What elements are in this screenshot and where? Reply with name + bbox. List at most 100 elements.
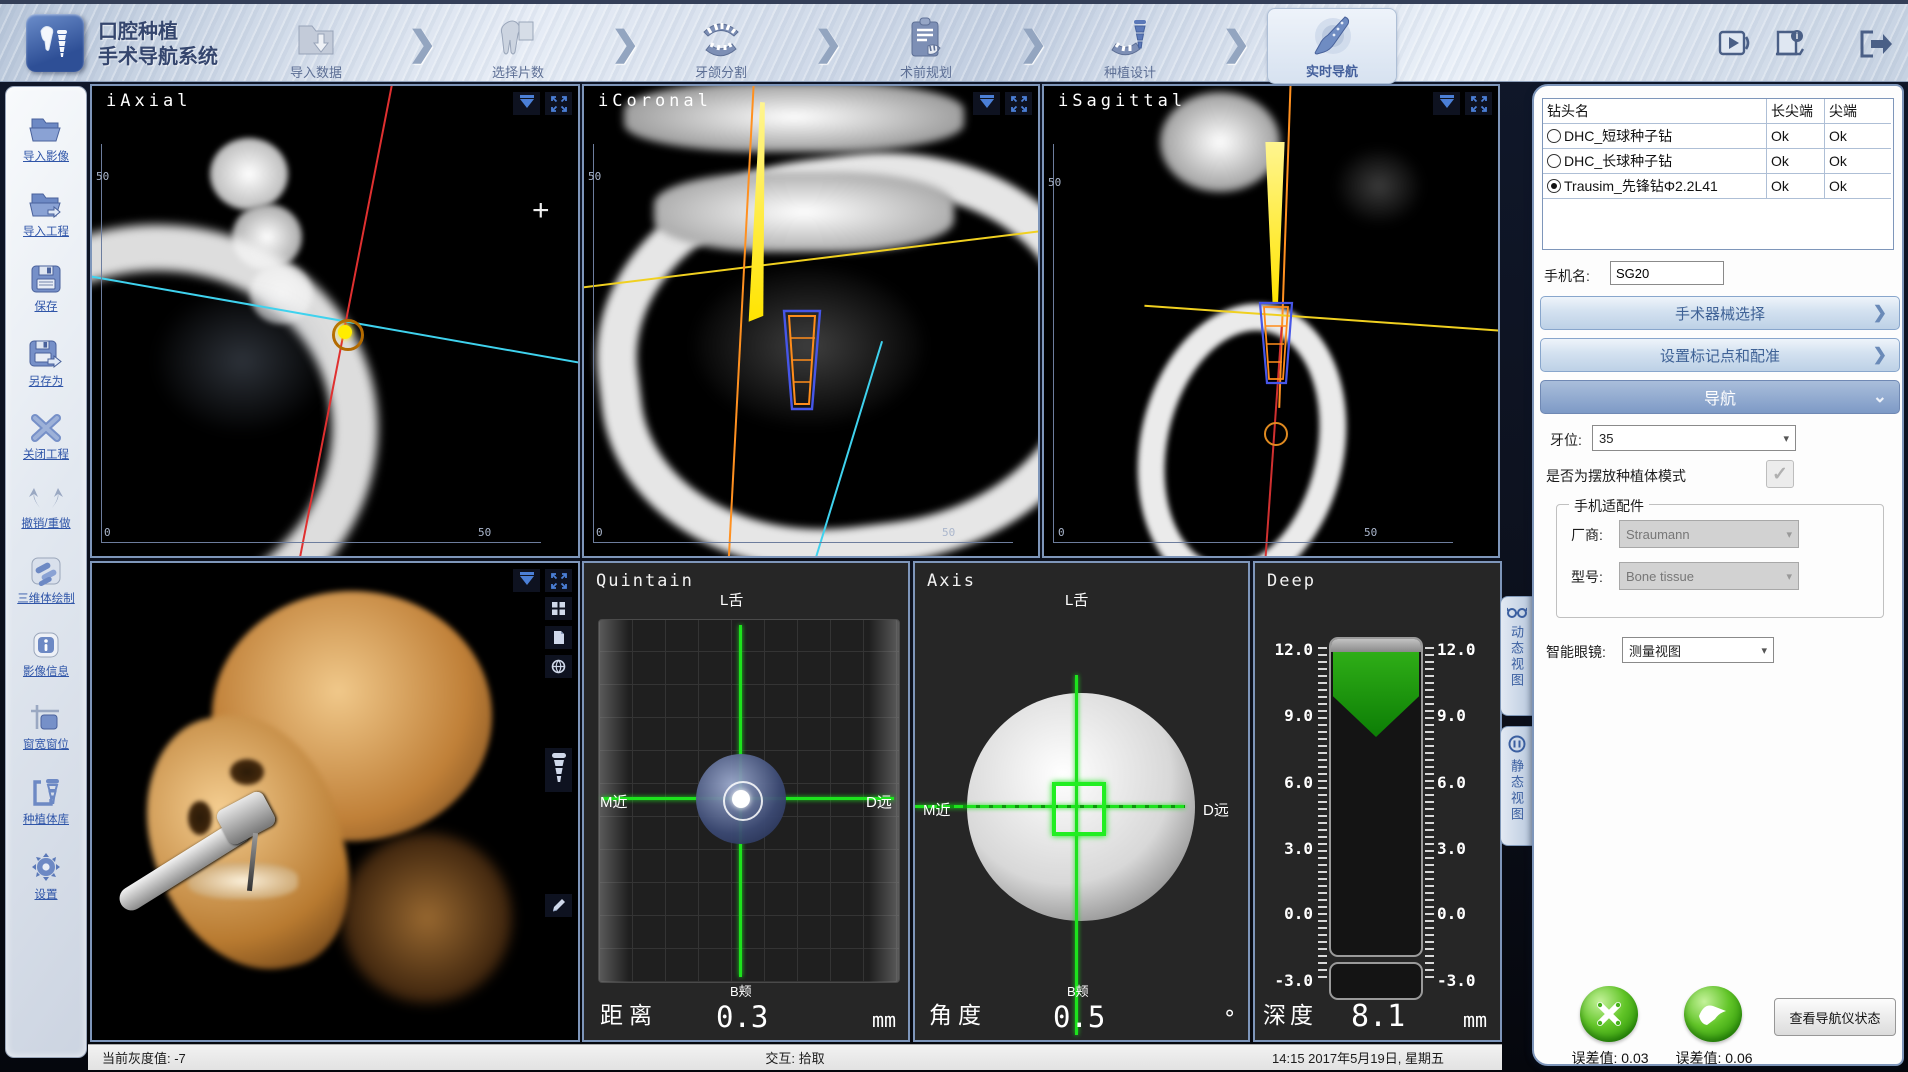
- step-label: 选择片数: [492, 62, 544, 81]
- viewport-coronal[interactable]: iCoronal 50 0: [582, 84, 1040, 558]
- floppy-disk-icon: [29, 263, 63, 295]
- sidebar-item-image-info[interactable]: 影像信息: [23, 630, 69, 679]
- axis-right-label: D远: [1203, 799, 1229, 820]
- tooth-slices-icon: [495, 18, 541, 60]
- panel-deep[interactable]: Deep 12.0 9.0 6.0 3.0 0.0 -3.0 12.0 9.0 …: [1253, 561, 1502, 1042]
- chevron-separator-icon: ❯: [408, 24, 437, 64]
- sagittal-implant-outline: [1254, 300, 1298, 386]
- deep-value: 8.1: [1351, 999, 1405, 1034]
- axial-plus-marker-icon[interactable]: +: [532, 198, 550, 224]
- marker-registration-button[interactable]: 设置标记点和配准 ❯: [1540, 338, 1900, 372]
- axis-top-label: L舌: [1065, 589, 1088, 610]
- sidebar-item-close-project[interactable]: 关闭工程: [23, 413, 69, 462]
- viewport-fullscreen-button[interactable]: [545, 92, 572, 115]
- video-play-icon: [1718, 29, 1752, 59]
- axial-horizontal-ruler: [101, 542, 541, 543]
- window-level-icon: [29, 703, 63, 733]
- drill-tip-status: Ok: [1825, 124, 1891, 149]
- sidebar-item-import-image[interactable]: 导入影像: [23, 113, 69, 164]
- implant-library-icon: [29, 776, 63, 808]
- deep-gauge-track: [1329, 637, 1423, 957]
- vendor-label: 厂商:: [1571, 525, 1603, 545]
- button-label: 导航: [1704, 385, 1736, 409]
- radio-unselected-icon[interactable]: [1547, 129, 1561, 143]
- undo-redo-arrows-icon: [26, 486, 66, 512]
- copy-view-button[interactable]: [545, 626, 572, 649]
- coronal-horizontal-ruler: [593, 542, 1013, 543]
- viewport-sagittal[interactable]: iSagittal 50 0: [1042, 84, 1500, 558]
- viewport-fullscreen-button[interactable]: [545, 569, 572, 592]
- annotate-button[interactable]: [545, 894, 572, 917]
- orientation-button[interactable]: [545, 655, 572, 678]
- sidebar-item-undo-redo[interactable]: 撤销/重做: [21, 486, 70, 531]
- viewport-fullscreen-button[interactable]: [1465, 92, 1492, 115]
- step-implant-design[interactable]: 种植设计: [1065, 8, 1195, 84]
- panel-quintain[interactable]: Quintain L舌 M近 D远 距离 B颊 0.3 mm: [582, 561, 910, 1042]
- vendor-select[interactable]: Straumann ▾: [1619, 520, 1799, 548]
- navigator-status-button[interactable]: 查看导航仪状态: [1774, 998, 1896, 1036]
- step-realtime-navigation[interactable]: 实时导航: [1267, 8, 1397, 84]
- sidebar-item-window-level[interactable]: 窗宽窗位: [23, 703, 69, 752]
- step-label: 术前规划: [900, 62, 952, 81]
- adapter-groupbox: 手机适配件 厂商: Straumann ▾ 型号: Bone tissue ▾: [1556, 504, 1884, 618]
- deep-unit: mm: [1463, 1008, 1487, 1032]
- navigation-section-button[interactable]: 导航 ⌄: [1540, 380, 1900, 414]
- handpiece-name-input[interactable]: [1610, 261, 1724, 285]
- table-row[interactable]: DHC_短球种子钻 Ok Ok: [1543, 124, 1893, 149]
- viewport-menu-button[interactable]: [1433, 92, 1460, 115]
- tab-static-view[interactable]: 静态视图: [1500, 726, 1532, 846]
- panel-axis[interactable]: Axis L舌 M近 D远 角度 B颊 0.5 °: [913, 561, 1250, 1042]
- drill-tip-status: Ok: [1825, 149, 1891, 174]
- video-record-button[interactable]: [1716, 26, 1754, 62]
- sidebar-item-save[interactable]: 保存: [29, 263, 63, 314]
- tab-dynamic-view[interactable]: 动态视图: [1500, 596, 1532, 716]
- tooth-position-label: 牙位:: [1550, 430, 1582, 450]
- smart-glasses-label: 智能眼镜:: [1546, 642, 1606, 662]
- coronal-implant-outline: [776, 308, 828, 412]
- sidebar-item-label: 关闭工程: [23, 446, 69, 462]
- viewport-menu-button[interactable]: [513, 569, 540, 592]
- sidebar-item-implant-library[interactable]: 种植体库: [23, 776, 69, 827]
- axis-title: Axis: [927, 571, 976, 591]
- sidebar-item-import-project[interactable]: 导入工程: [23, 188, 69, 239]
- radio-unselected-icon[interactable]: [1547, 154, 1561, 168]
- model-value: Bone tissue: [1626, 569, 1694, 584]
- step-jaw-segmentation[interactable]: 牙颌分割: [656, 8, 786, 84]
- drill-name: DHC_长球种子钻: [1564, 151, 1672, 171]
- step-select-slices[interactable]: 选择片数: [453, 8, 583, 84]
- table-row-selected[interactable]: Trausim_先锋钻Φ2.2L41 Ok Ok: [1543, 174, 1893, 199]
- deep-scale-label: 0.0: [1269, 904, 1313, 923]
- deep-scale-label: 0.0: [1437, 904, 1466, 923]
- drill-table[interactable]: 钻头名 长尖端 尖端 DHC_短球种子钻 Ok Ok DHC_长球种子钻 Ok …: [1542, 98, 1894, 250]
- sidebar-item-label: 窗宽窗位: [23, 736, 69, 752]
- tab-label: 静态视图: [1507, 759, 1526, 823]
- deep-scale-label: 6.0: [1437, 773, 1466, 792]
- report-info-button[interactable]: i: [1771, 26, 1809, 62]
- axis-value: 0.5: [1053, 1000, 1105, 1034]
- radio-selected-icon[interactable]: [1547, 179, 1561, 193]
- viewport-menu-button[interactable]: [973, 92, 1000, 115]
- table-row[interactable]: DHC_长球种子钻 Ok Ok: [1543, 149, 1893, 174]
- tooth-position-select[interactable]: 35 ▾: [1592, 425, 1796, 451]
- smart-glasses-select[interactable]: 测量视图 ▾: [1622, 637, 1774, 663]
- sidebar-item-save-as[interactable]: 另存为: [28, 338, 64, 389]
- viewport-axial[interactable]: iAxial + 50 0 50: [90, 84, 580, 558]
- info-icon: [31, 630, 61, 660]
- instrument-select-button[interactable]: 手术器械选择 ❯: [1540, 296, 1900, 330]
- viewport-sagittal-title: iSagittal: [1058, 91, 1186, 111]
- sidebar-item-volume-render[interactable]: 三维体绘制: [17, 555, 75, 606]
- viewport-menu-button[interactable]: [513, 92, 540, 115]
- step-preop-planning[interactable]: 术前规划: [861, 8, 991, 84]
- model-select[interactable]: Bone tissue ▾: [1619, 562, 1799, 590]
- viewport-3d[interactable]: [90, 561, 580, 1042]
- quintain-right-label: D远: [866, 791, 892, 812]
- sidebar-item-settings[interactable]: 设置: [30, 851, 62, 902]
- show-implant-button[interactable]: [545, 748, 572, 792]
- model-label: 型号:: [1571, 567, 1603, 587]
- step-import-data[interactable]: 导入数据: [251, 8, 381, 84]
- placement-mode-checkbox[interactable]: ✓: [1766, 460, 1794, 488]
- layout-grid-button[interactable]: [545, 597, 572, 620]
- viewport-fullscreen-button[interactable]: [1005, 92, 1032, 115]
- gear-icon: [30, 851, 62, 883]
- exit-button[interactable]: [1856, 26, 1894, 62]
